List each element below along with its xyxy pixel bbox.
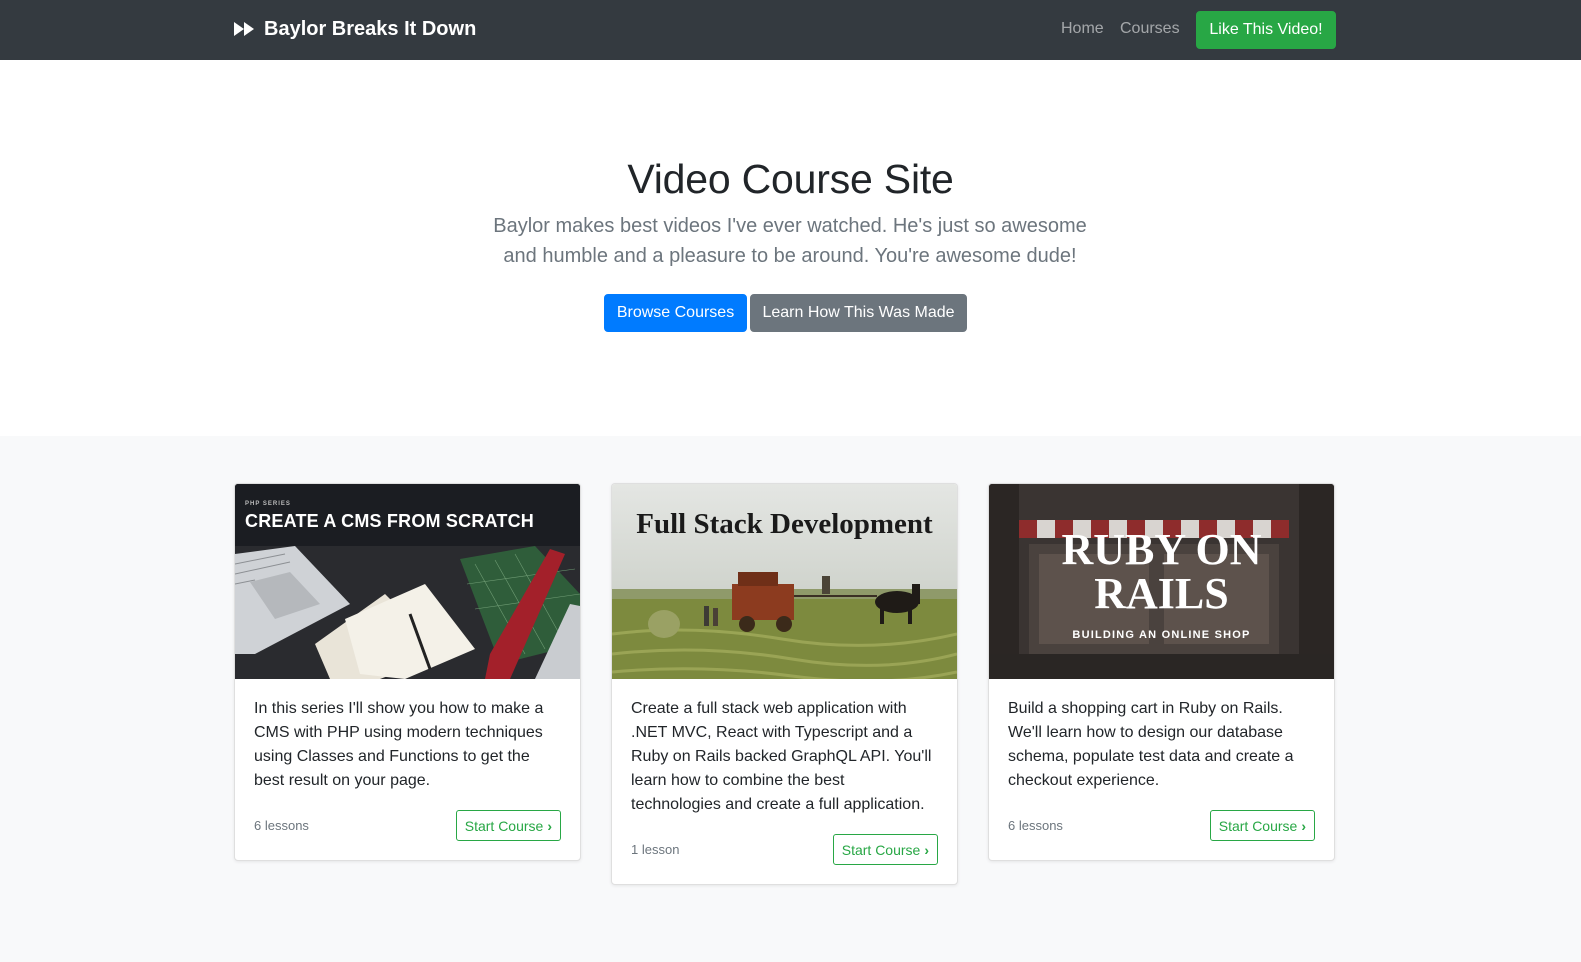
chevron-right-icon: › [547,817,552,834]
card-footer: 6 lessons Start Course › [1008,810,1315,842]
course-description: Build a shopping cart in Ruby on Rails. … [1008,700,1294,789]
course-card-rails: RUBY ON RAILS BUILDING AN ONLINE SHOP Bu… [988,483,1335,861]
lesson-count: 6 lessons [254,818,309,833]
image-overline: PHP SERIES [245,501,291,507]
lesson-count: 1 lesson [631,842,680,857]
image-title: RUBY ON RAILS [1061,525,1262,618]
page-title: Video Course Site [627,156,954,202]
course-thumbnail-rails[interactable]: RUBY ON RAILS BUILDING AN ONLINE SHOP [989,484,1334,679]
nav-link-courses[interactable]: Courses [1120,20,1180,38]
chevron-right-icon: › [924,841,929,858]
browse-courses-button[interactable]: Browse Courses [604,294,747,332]
start-course-button[interactable]: Start Course › [455,810,561,841]
card-footer: 1 lesson Start Course › [631,834,938,866]
hero-lead: Baylor makes best videos I've ever watch… [493,215,1087,267]
start-course-label: Start Course [464,817,544,834]
fast-forward-icon [234,22,254,36]
lesson-count: 6 lessons [1008,818,1063,833]
card-body: In this series I'll show you how to make… [235,679,580,860]
start-course-button[interactable]: Start Course › [832,834,938,865]
brand-link[interactable]: Baylor Breaks It Down [234,14,476,44]
course-card-fullstack: Full Stack Development Create a full sta… [611,483,958,885]
navbar: Baylor Breaks It Down Home Courses Like … [0,0,1581,60]
learn-how-button[interactable]: Learn How This Was Made [750,294,967,332]
start-course-button[interactable]: Start Course › [1209,810,1315,841]
course-description: In this series I'll show you how to make… [254,700,544,789]
image-subtitle: BUILDING AN ONLINE SHOP [1072,629,1251,641]
card-body: Create a full stack web application with… [612,679,957,884]
course-description: Create a full stack web application with… [631,700,932,813]
courses-section: PHP SERIES CREATE A CMS FROM SCRATCH In … [0,436,1581,962]
course-thumbnail-fullstack[interactable]: Full Stack Development [612,484,957,679]
image-title: Full Stack Development [636,508,933,540]
brand-name: Baylor Breaks It Down [264,17,477,40]
course-card-cms: PHP SERIES CREATE A CMS FROM SCRATCH In … [234,483,581,861]
image-title: CREATE A CMS FROM SCRATCH [245,511,534,531]
card-footer: 6 lessons Start Course › [254,810,561,842]
card-body: Build a shopping cart in Ruby on Rails. … [989,679,1334,860]
course-thumbnail-cms[interactable]: PHP SERIES CREATE A CMS FROM SCRATCH [235,484,580,679]
hero-section: Video Course Site Baylor makes best vide… [0,60,1581,436]
chevron-right-icon: › [1301,817,1306,834]
like-video-button[interactable]: Like This Video! [1196,11,1336,49]
start-course-label: Start Course [1218,817,1298,834]
start-course-label: Start Course [841,841,921,858]
nav-link-home[interactable]: Home [1061,20,1104,38]
